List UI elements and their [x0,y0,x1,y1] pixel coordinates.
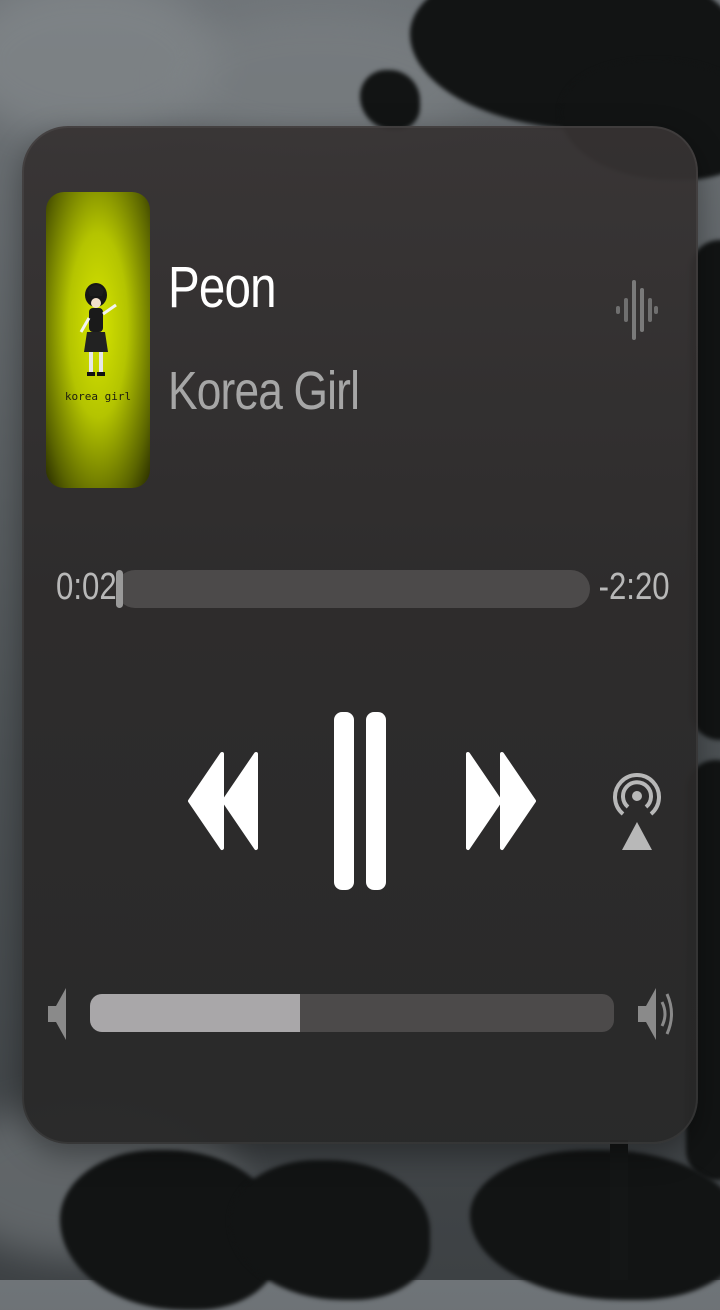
remaining-time: -2:20 [598,566,670,608]
rewind-icon [188,752,258,850]
progress-scrubber[interactable] [116,570,590,608]
fast-forward-button[interactable] [466,746,536,856]
airplay-icon [613,773,661,850]
volume-slider[interactable] [90,994,614,1032]
speaker-low-icon [48,988,66,1040]
track-title: Peon [168,255,277,320]
pause-button[interactable] [334,712,388,890]
speaker-high-icon [638,988,673,1040]
artwork-figure-icon [79,283,117,376]
fast-forward-icon [466,752,536,850]
waveform-icon [616,280,658,340]
volume-fill [90,994,300,1032]
now-playing-card: korea girl Peon Korea Girl 0:02 -2:20 [22,126,698,1144]
album-artwork[interactable]: korea girl [46,192,150,488]
track-artist[interactable]: Korea Girl [168,360,360,422]
progress-fill [116,570,124,608]
elapsed-time: 0:02 [56,566,117,608]
artwork-caption: korea girl [64,390,132,403]
rewind-button[interactable] [188,746,258,856]
pause-icon [334,712,386,890]
airplay-button[interactable] [612,744,662,856]
